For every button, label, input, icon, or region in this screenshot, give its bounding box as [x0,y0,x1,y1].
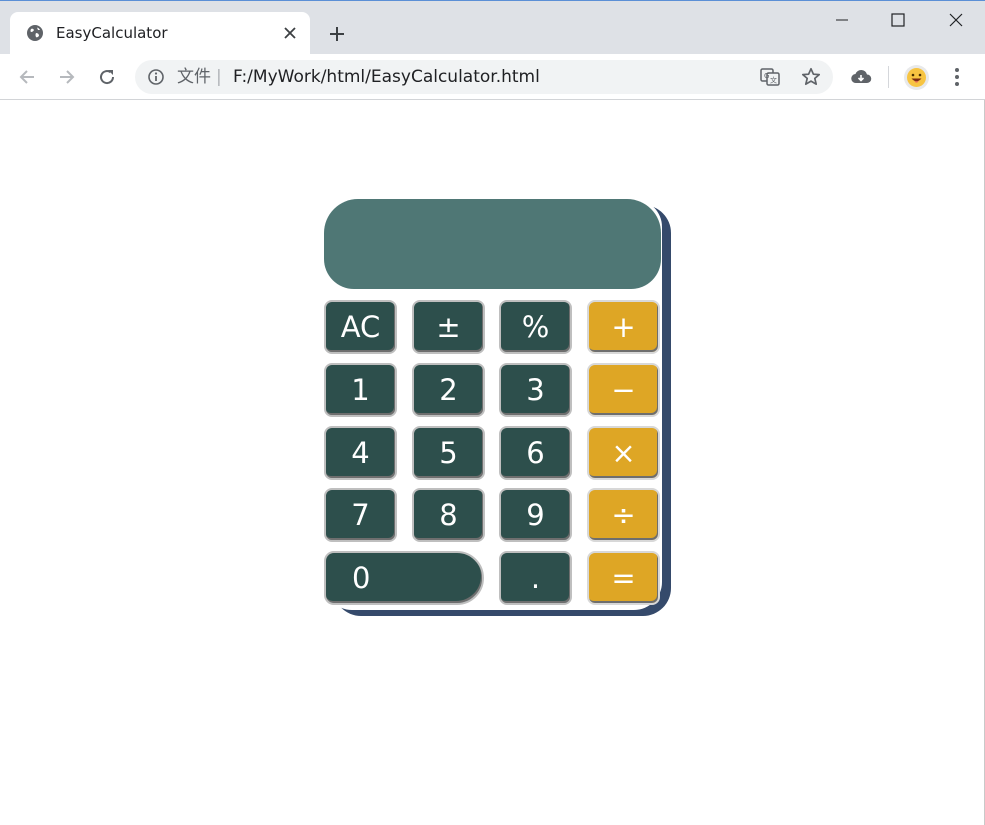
multiply-button[interactable]: × [587,426,660,480]
globe-icon [26,24,44,42]
emoji-face-icon [907,68,926,87]
percent-button[interactable]: % [499,300,572,354]
plus-icon [330,27,344,41]
browser-window: EasyCalculator 文件 | F:/MyWork/html/EasyC… [0,0,985,825]
close-window-button[interactable] [927,1,985,39]
forward-arrow-icon [60,70,75,84]
address-bar[interactable]: 文件 | F:/MyWork/html/EasyCalculator.html … [135,60,833,94]
calculator: AC ± % + 1 2 3 − 4 5 6 × 7 8 9 ÷ 0 . = [324,199,662,610]
digit-6-button[interactable]: 6 [499,426,572,480]
divide-button[interactable]: ÷ [587,488,660,542]
maximize-icon [891,13,905,27]
back-arrow-icon [19,70,34,84]
maximize-button[interactable] [869,1,927,39]
new-tab-button[interactable] [322,19,352,49]
menu-button[interactable] [942,62,972,92]
decimal-button[interactable]: . [499,551,572,605]
clear-button[interactable]: AC [324,300,397,354]
reload-icon [100,70,115,85]
more-vertical-icon [955,68,959,86]
digit-2-button[interactable]: 2 [412,363,485,417]
profile-avatar[interactable] [904,65,929,90]
close-icon [949,13,963,27]
tab-easycalculator[interactable]: EasyCalculator [10,12,310,54]
digit-1-button[interactable]: 1 [324,363,397,417]
omnibox-separator: | [216,67,222,87]
digit-7-button[interactable]: 7 [324,488,397,542]
close-tab-icon[interactable] [280,23,300,43]
tab-strip: EasyCalculator [0,1,985,54]
minimize-button[interactable] [813,1,871,39]
cloud-download-button[interactable] [846,62,876,92]
translate-icon[interactable]: G 文 [759,66,781,88]
url-text[interactable]: F:/MyWork/html/EasyCalculator.html [233,67,540,87]
digit-5-button[interactable]: 5 [412,426,485,480]
add-button[interactable]: + [587,300,660,354]
back-button[interactable] [12,62,42,92]
svg-text:G: G [764,72,769,80]
digit-8-button[interactable]: 8 [412,488,485,542]
svg-text:文: 文 [770,76,777,85]
info-icon[interactable] [147,68,165,86]
forward-button[interactable] [52,62,82,92]
toolbar-divider [888,66,889,88]
tab-title: EasyCalculator [56,24,168,42]
reload-button[interactable] [92,62,122,92]
subtract-button[interactable]: − [587,363,660,417]
minimize-icon [836,19,848,21]
digit-3-button[interactable]: 3 [499,363,572,417]
cloud-download-icon [851,69,872,84]
digit-9-button[interactable]: 9 [499,488,572,542]
digit-4-button[interactable]: 4 [324,426,397,480]
file-scheme-label: 文件 [177,67,211,87]
calculator-display [324,199,661,289]
plus-minus-button[interactable]: ± [412,300,485,354]
digit-0-button[interactable]: 0 [324,551,484,605]
bookmark-star-icon[interactable] [800,66,822,88]
browser-toolbar: 文件 | F:/MyWork/html/EasyCalculator.html … [0,54,985,100]
equals-button[interactable]: = [587,551,660,605]
